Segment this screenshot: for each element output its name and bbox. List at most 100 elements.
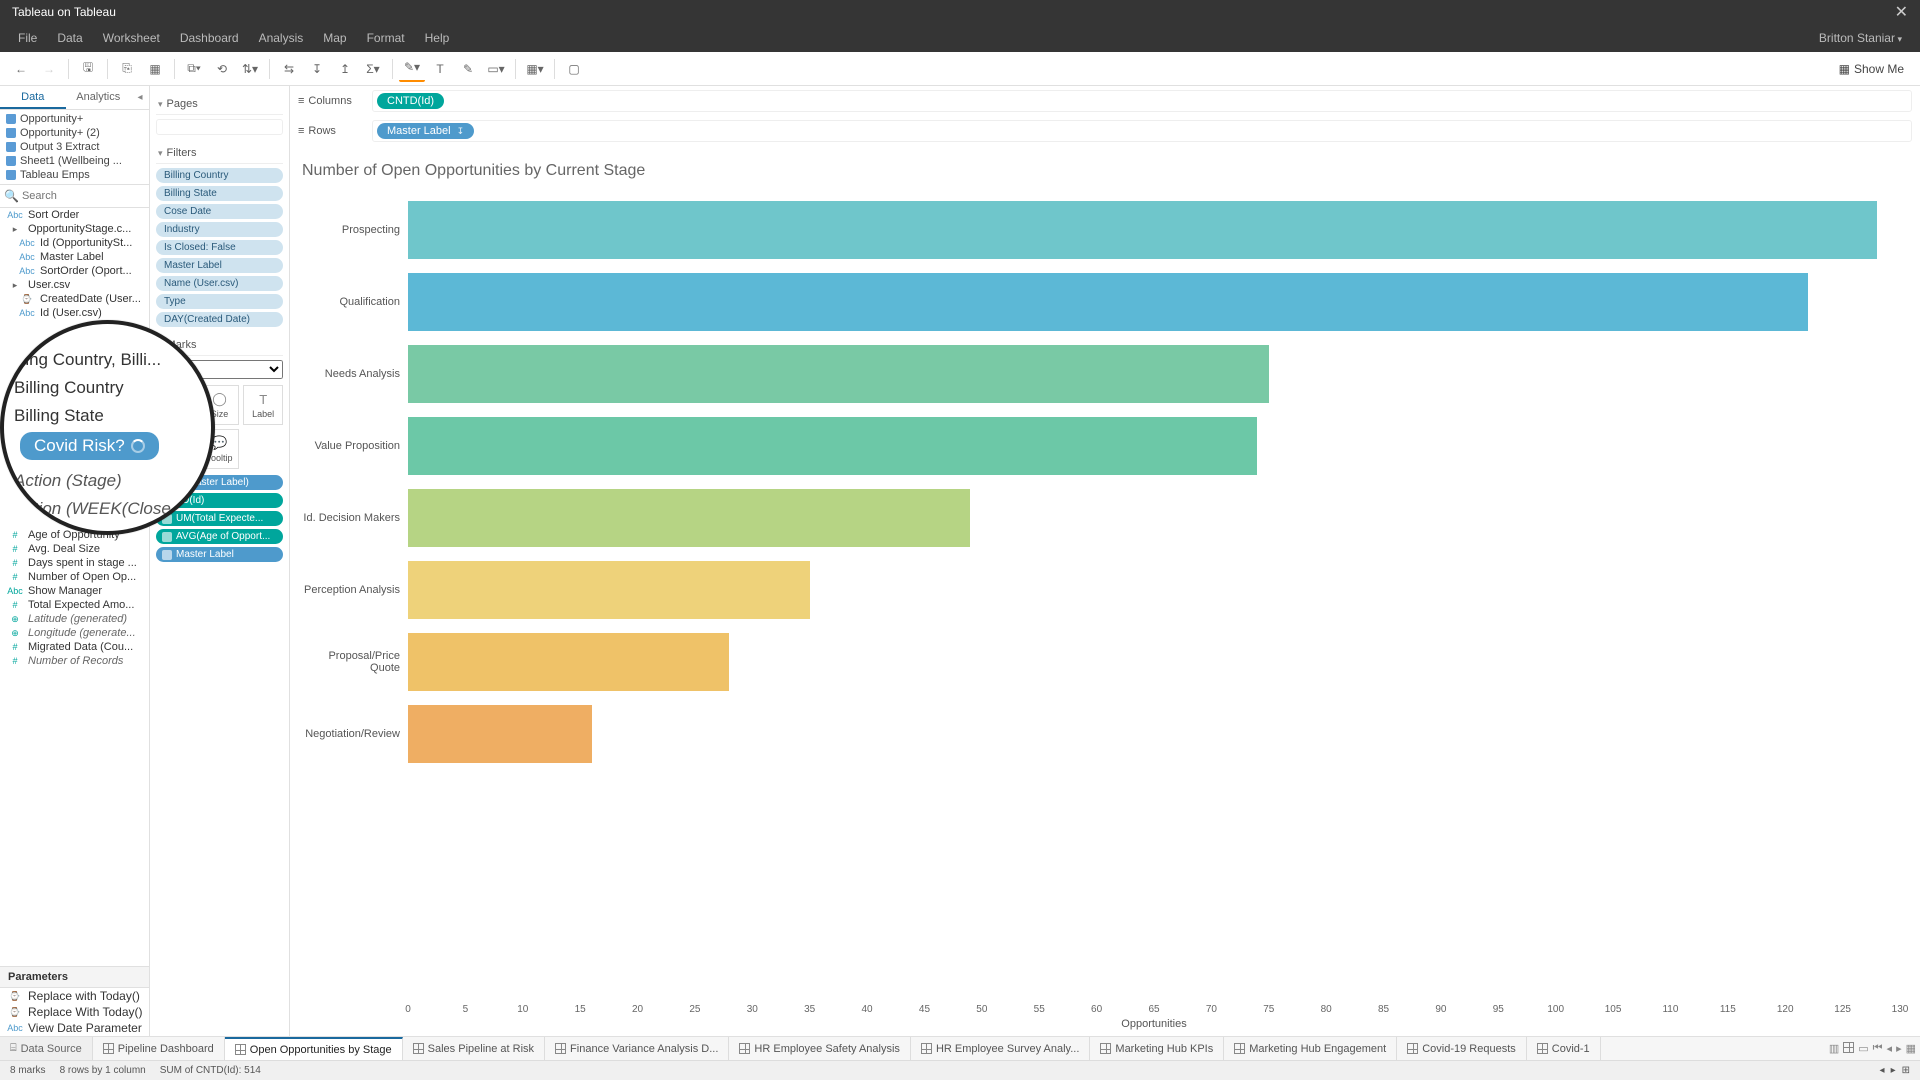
rows-pill[interactable]: Master Label↧ xyxy=(377,123,474,139)
back-button[interactable]: ← xyxy=(8,56,34,82)
autoupdate-button[interactable]: ▦ xyxy=(142,56,168,82)
new-datasource-button[interactable]: ⎘ xyxy=(114,56,140,82)
datasource-item[interactable]: Opportunity+ (2) xyxy=(0,126,149,140)
field-item[interactable]: ⊕Longitude (generate... xyxy=(0,626,149,640)
showhide-cards-button[interactable]: ▦▾ xyxy=(522,56,548,82)
bar[interactable] xyxy=(408,705,592,763)
datasource-item[interactable]: Tableau Emps xyxy=(0,168,149,182)
tab-scroll-right[interactable]: ▸ xyxy=(1896,1042,1902,1055)
menu-help[interactable]: Help xyxy=(415,31,460,45)
bar[interactable] xyxy=(408,489,970,547)
menu-worksheet[interactable]: Worksheet xyxy=(93,31,170,45)
swap-button[interactable]: ⇆ xyxy=(276,56,302,82)
user-menu[interactable]: Britton Staniar xyxy=(1809,31,1912,45)
show-me-button[interactable]: ▦ Show Me xyxy=(1831,62,1912,76)
menu-analysis[interactable]: Analysis xyxy=(249,31,314,45)
pages-shelf[interactable] xyxy=(156,119,283,135)
magnifier-highlighted-item[interactable]: Covid Risk? xyxy=(20,432,159,460)
filter-pill[interactable]: Billing Country xyxy=(156,168,283,183)
menu-format[interactable]: Format xyxy=(357,31,415,45)
new-dashboard-button[interactable] xyxy=(1843,1042,1854,1056)
bar[interactable] xyxy=(408,273,1808,331)
field-item[interactable]: AbcSort Order xyxy=(0,208,149,222)
sort-desc-button[interactable]: ↥ xyxy=(332,56,358,82)
search-input[interactable] xyxy=(19,187,150,205)
field-item[interactable]: #Days spent in stage ... xyxy=(0,556,149,570)
filter-pill[interactable]: Is Closed: False xyxy=(156,240,283,255)
sheet-tab[interactable]: HR Employee Safety Analysis xyxy=(729,1037,911,1060)
new-worksheet-button[interactable]: ⧉▾ xyxy=(181,56,207,82)
columns-pill[interactable]: CNTD(Id) xyxy=(377,93,444,109)
datasource-item[interactable]: Sheet1 (Wellbeing ... xyxy=(0,154,149,168)
chevron-down-icon[interactable]: ▾ xyxy=(158,99,163,110)
filter-pill[interactable]: Master Label xyxy=(156,258,283,273)
new-sheet-button[interactable]: ▥ xyxy=(1829,1042,1839,1055)
sheet-tab[interactable]: Marketing Hub Engagement xyxy=(1224,1037,1397,1060)
magnifier-item[interactable]: illing Country, Billi... xyxy=(12,346,201,374)
sheet-tab[interactable]: HR Employee Survey Analy... xyxy=(911,1037,1090,1060)
bar[interactable] xyxy=(408,417,1257,475)
sheet-tab[interactable]: Covid-1 xyxy=(1527,1037,1601,1060)
tab-analytics[interactable]: Analytics xyxy=(66,86,132,109)
magnifier-item[interactable]: Billing State xyxy=(12,402,201,430)
sheet-tab[interactable]: Pipeline Dashboard xyxy=(93,1037,225,1060)
datasource-tab[interactable]: ⌸ Data Source xyxy=(0,1037,93,1060)
mark-pill[interactable]: AVG(Age of Opport... xyxy=(156,529,283,544)
totals-button[interactable]: Σ▾ xyxy=(360,56,386,82)
clear-button[interactable]: ⟲ xyxy=(209,56,235,82)
rows-shelf[interactable]: Master Label↧ xyxy=(372,120,1912,142)
close-icon[interactable]: ✕ xyxy=(1895,2,1908,22)
sort-button[interactable]: ⇅▾ xyxy=(237,56,263,82)
chevron-down-icon[interactable]: ▾ xyxy=(158,148,163,159)
field-item[interactable]: #Avg. Deal Size xyxy=(0,542,149,556)
filter-pill[interactable]: Name (User.csv) xyxy=(156,276,283,291)
filter-pill[interactable]: DAY(Created Date) xyxy=(156,312,283,327)
sheet-tab[interactable]: Finance Variance Analysis D... xyxy=(545,1037,729,1060)
bar[interactable] xyxy=(408,561,810,619)
presentation-button[interactable]: ▢ xyxy=(561,56,587,82)
menu-data[interactable]: Data xyxy=(47,31,92,45)
field-item[interactable]: AbcSortOrder (Oport... xyxy=(0,264,149,278)
new-story-button[interactable]: ▭ xyxy=(1858,1042,1868,1055)
field-item[interactable]: AbcId (OpportunitySt... xyxy=(0,236,149,250)
filters-shelf[interactable]: Billing CountryBilling StateCose DateInd… xyxy=(156,168,283,327)
sheet-tab[interactable]: Open Opportunities by Stage xyxy=(225,1037,403,1060)
bar[interactable] xyxy=(408,201,1877,259)
tab-filmstrip-button[interactable]: ▦ xyxy=(1906,1042,1916,1055)
forward-button[interactable]: → xyxy=(36,56,62,82)
field-item[interactable]: #Number of Records xyxy=(0,654,149,668)
parameter-item[interactable]: AbcView Date Parameter xyxy=(0,1020,149,1036)
field-item[interactable]: #Total Expected Amo... xyxy=(0,598,149,612)
field-item[interactable]: ⊕Latitude (generated) xyxy=(0,612,149,626)
status-nav-left[interactable]: ◂ xyxy=(1880,1065,1885,1076)
columns-shelf[interactable]: CNTD(Id) xyxy=(372,90,1912,112)
parameter-item[interactable]: ⌚Replace With Today() xyxy=(0,1004,149,1020)
status-grid-icon[interactable]: ⊞ xyxy=(1902,1065,1910,1076)
sort-asc-button[interactable]: ↧ xyxy=(304,56,330,82)
collapse-datapane-icon[interactable]: ◂ xyxy=(131,86,149,109)
fix-axes-button[interactable]: ✎ xyxy=(455,56,481,82)
tab-scroll-first[interactable]: ⏮ xyxy=(1873,1042,1883,1055)
field-item[interactable]: #Number of Open Op... xyxy=(0,570,149,584)
field-item[interactable]: ▸OpportunityStage.c... xyxy=(0,222,149,236)
bar[interactable] xyxy=(408,633,729,691)
filter-pill[interactable]: Industry xyxy=(156,222,283,237)
mark-pill[interactable]: Master Label xyxy=(156,547,283,562)
magnifier-item[interactable]: Action (Stage) xyxy=(12,467,201,495)
field-item[interactable]: AbcShow Manager xyxy=(0,584,149,598)
parameter-item[interactable]: ⌚Replace with Today() xyxy=(0,988,149,1004)
field-item[interactable]: ⌚CreatedDate (User... xyxy=(0,292,149,306)
sheet-tab[interactable]: Marketing Hub KPIs xyxy=(1090,1037,1224,1060)
bar[interactable] xyxy=(408,345,1269,403)
sheet-tab[interactable]: Sales Pipeline at Risk xyxy=(403,1037,545,1060)
filter-pill[interactable]: Type xyxy=(156,294,283,309)
field-item[interactable]: AbcMaster Label xyxy=(0,250,149,264)
menu-dashboard[interactable]: Dashboard xyxy=(170,31,249,45)
marks-label-button[interactable]: TLabel xyxy=(243,385,283,425)
save-button[interactable]: 🖫 xyxy=(75,56,101,82)
menu-map[interactable]: Map xyxy=(313,31,356,45)
menu-file[interactable]: File xyxy=(8,31,47,45)
tab-scroll-left[interactable]: ◂ xyxy=(1887,1042,1893,1055)
field-item[interactable]: ▸User.csv xyxy=(0,278,149,292)
field-item[interactable]: AbcId (User.csv) xyxy=(0,306,149,320)
